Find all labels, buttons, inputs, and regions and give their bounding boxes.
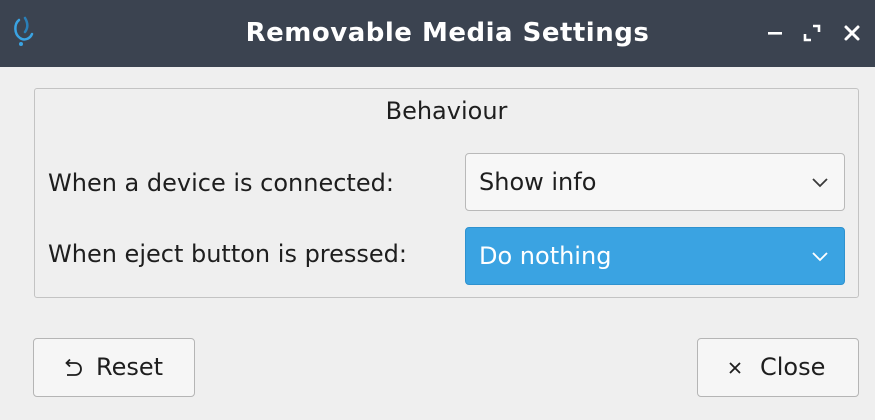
undo-icon	[65, 358, 82, 376]
close-label: Close	[760, 353, 826, 381]
maximize-icon[interactable]	[799, 20, 825, 46]
chevron-down-icon	[812, 178, 828, 188]
chevron-down-icon	[812, 252, 828, 262]
close-button[interactable]: Close	[697, 338, 859, 397]
device-connected-value: Show info	[479, 168, 597, 196]
eject-pressed-label: When eject button is pressed:	[48, 240, 408, 268]
settings-window: Removable Media Settings Behaviour When …	[0, 0, 875, 420]
device-connected-dropdown[interactable]: Show info	[465, 153, 845, 211]
close-icon[interactable]	[839, 20, 865, 46]
reset-button[interactable]: Reset	[33, 338, 195, 397]
x-icon	[729, 362, 741, 374]
group-title: Behaviour	[385, 97, 508, 125]
reset-label: Reset	[96, 353, 164, 381]
title-bar[interactable]: Removable Media Settings	[0, 0, 875, 67]
window-title: Removable Media Settings	[245, 18, 650, 48]
device-connected-label: When a device is connected:	[48, 169, 394, 197]
eject-pressed-dropdown[interactable]: Do nothing	[465, 227, 845, 285]
eject-pressed-value: Do nothing	[479, 242, 612, 270]
minimize-icon[interactable]	[762, 20, 788, 46]
behaviour-group: Behaviour When a device is connected: Sh…	[34, 88, 859, 298]
